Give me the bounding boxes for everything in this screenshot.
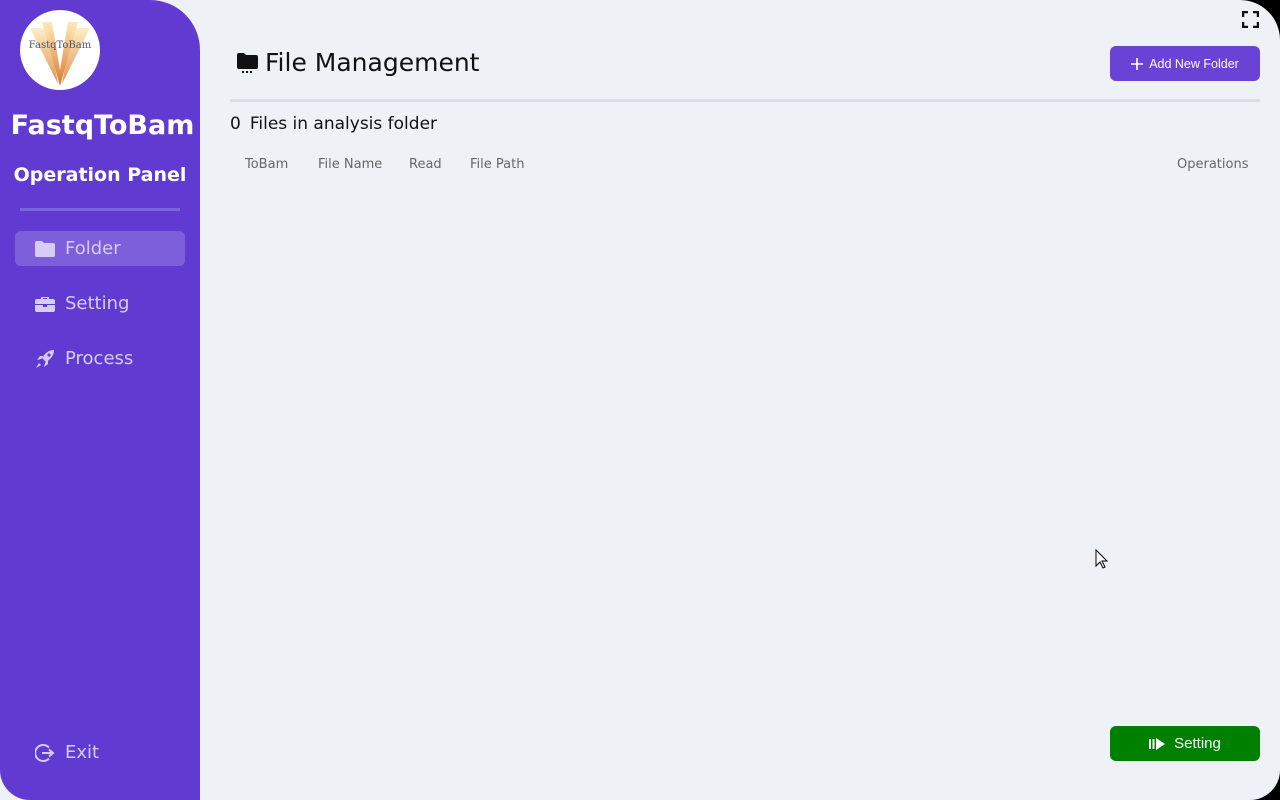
- add-new-folder-label: Add New Folder: [1149, 56, 1239, 71]
- page-title: File Management: [237, 48, 479, 77]
- app-title: FastqToBam: [10, 110, 195, 141]
- exit-label: Exit: [65, 742, 100, 763]
- add-new-folder-button[interactable]: Add New Folder: [1110, 46, 1260, 81]
- sidebar-item-label: Setting: [65, 293, 130, 314]
- sidebar-item-label: Folder: [65, 238, 121, 259]
- file-count: 0 Files in analysis folder: [230, 114, 446, 134]
- page-title-text: File Management: [265, 48, 480, 77]
- rocket-icon: [35, 349, 55, 369]
- column-header-tobam: ToBam: [245, 157, 289, 172]
- app-window: FastqToBam FastqToBam Operation Panel Fo…: [0, 0, 1280, 800]
- column-header-read: Read: [409, 157, 442, 172]
- header-divider: [230, 99, 1260, 102]
- file-count-value: 0: [230, 114, 241, 134]
- sidebar-item-process[interactable]: Process: [15, 341, 185, 376]
- sidebar-item-folder[interactable]: Folder: [15, 231, 185, 266]
- run-setting-button[interactable]: Setting: [1110, 726, 1260, 761]
- file-count-label: Files in analysis folder: [249, 114, 438, 134]
- sidebar-item-label: Process: [65, 348, 134, 369]
- exit-icon: [35, 743, 55, 763]
- sidebar-item-setting[interactable]: Setting: [15, 286, 185, 321]
- column-header-operations: Operations: [1177, 157, 1249, 172]
- fullscreen-icon[interactable]: [1241, 10, 1260, 29]
- toolbox-icon: [35, 296, 55, 312]
- app-logo: FastqToBam: [20, 10, 100, 90]
- run-setting-label: Setting: [1174, 735, 1221, 752]
- sidebar: FastqToBam FastqToBam Operation Panel Fo…: [0, 0, 200, 800]
- folder-icon: [237, 52, 258, 73]
- panel-title: Operation Panel: [13, 164, 187, 186]
- sidebar-divider: [20, 208, 180, 211]
- folder-icon: [35, 240, 55, 257]
- mouse-cursor-icon: [1095, 548, 1109, 573]
- exit-button[interactable]: Exit: [15, 735, 185, 770]
- play-icon: [1149, 737, 1166, 750]
- svg-text:FastqToBam: FastqToBam: [29, 40, 92, 51]
- column-header-file-path: File Path: [470, 157, 525, 172]
- column-header-file-name: File Name: [318, 157, 383, 172]
- plus-icon: [1131, 57, 1144, 70]
